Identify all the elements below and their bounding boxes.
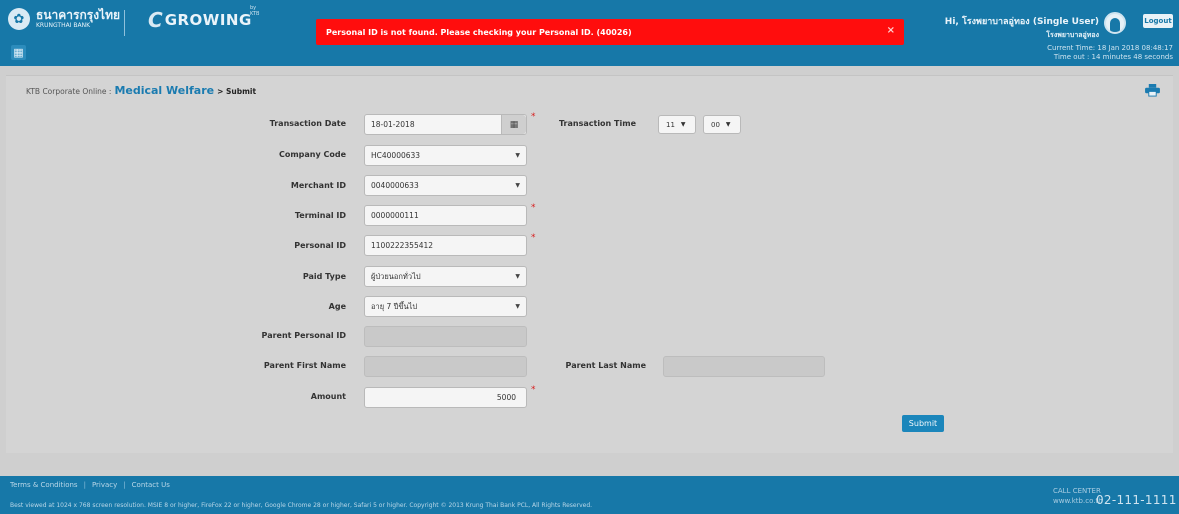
terminal-id-value: 0000000111	[371, 211, 419, 220]
ktb-logo[interactable]: ✿ ธนาคารกรุงไทย KRUNGTHAI BANK	[8, 8, 120, 30]
terminal-id-label: Terminal ID	[294, 211, 346, 220]
required-marker: *	[531, 385, 536, 395]
transaction-minute-value: 00	[711, 120, 720, 129]
app-footer: Terms & Conditions | Privacy | Contact U…	[0, 476, 1179, 514]
logo-divider	[124, 10, 125, 36]
required-marker: *	[531, 233, 536, 243]
calendar-icon[interactable]: ▦	[501, 115, 526, 134]
personal-id-label: Personal ID	[294, 241, 346, 250]
paid-type-value: ผู้ป่วยนอกทั่วไป	[371, 271, 421, 281]
transaction-hour-select[interactable]: 11 ▼	[658, 115, 696, 134]
bank-name-en: KRUNGTHAI BANK	[36, 22, 91, 29]
error-alert: Personal ID is not found. Please checkin…	[316, 19, 904, 45]
amount-label: Amount	[310, 392, 346, 401]
breadcrumb-root[interactable]: KTB Corporate Online :	[26, 87, 111, 96]
user-info: Hi, โรงพยาบาลอู่ทอง (Single User) โรงพยา…	[945, 14, 1099, 41]
chevron-down-icon: ▼	[515, 303, 520, 310]
app-by: by KTB	[250, 5, 260, 17]
growing-logo-icon: C	[148, 8, 163, 32]
company-code-value: HC40000633	[371, 151, 421, 160]
parent-personal-id-input[interactable]	[364, 326, 527, 347]
breadcrumb-section[interactable]: Medical Welfare	[114, 84, 214, 97]
breadcrumb-current: > Submit	[217, 87, 257, 96]
close-icon[interactable]: ×	[887, 25, 895, 36]
required-marker: *	[531, 203, 536, 213]
amount-input[interactable]: 5000	[364, 387, 527, 408]
paid-type-select[interactable]: ผู้ป่วยนอกทั่วไป ▼	[364, 266, 527, 287]
chevron-down-icon: ▼	[680, 121, 686, 128]
bank-name-thai: ธนาคารกรุงไทย	[36, 8, 121, 22]
chevron-down-icon: ▼	[515, 182, 520, 189]
company-code-label: Company Code	[278, 150, 346, 159]
personal-id-input[interactable]: 1100222355412	[364, 235, 527, 256]
app-header: ✿ ธนาคารกรุงไทย KRUNGTHAI BANK C GROWING…	[0, 0, 1179, 66]
amount-value: 5000	[496, 393, 516, 402]
merchant-id-select[interactable]: 0040000633 ▼	[364, 175, 527, 196]
breadcrumb: KTB Corporate Online : Medical Welfare >…	[26, 84, 256, 97]
transaction-time-label: Transaction Time	[558, 119, 636, 128]
print-icon[interactable]	[1145, 84, 1160, 97]
footer-link-privacy[interactable]: Privacy	[92, 481, 117, 489]
paid-type-label: Paid Type	[302, 272, 346, 281]
alert-message: Personal ID is not found. Please checkin…	[326, 27, 632, 37]
footer-links: Terms & Conditions | Privacy | Contact U…	[10, 481, 170, 489]
merchant-id-label: Merchant ID	[290, 181, 346, 190]
parent-last-name-label: Parent Last Name	[565, 361, 646, 370]
parent-last-name-input[interactable]	[663, 356, 825, 377]
transaction-hour-value: 11	[666, 120, 675, 129]
call-center-number: 02-111-1111	[1096, 493, 1177, 507]
transaction-date-input[interactable]: 18-01-2018 ▦	[364, 114, 527, 135]
parent-first-name-label: Parent First Name	[263, 361, 346, 370]
time-out: Time out : 14 minutes 48 seconds	[1053, 53, 1173, 61]
footer-separator: |	[123, 481, 126, 489]
user-greeting: Hi, โรงพยาบาลอู่ทอง (Single User)	[944, 17, 1099, 27]
transaction-date-value: 18-01-2018	[371, 120, 415, 129]
age-label: Age	[328, 302, 346, 311]
footer-link-contact[interactable]: Contact Us	[132, 481, 170, 489]
parent-personal-id-label: Parent Personal ID	[261, 331, 346, 340]
ktb-emblem-icon: ✿	[8, 8, 30, 30]
age-value: อายุ 7 ปีขึ้นไป	[371, 301, 418, 311]
chevron-down-icon: ▼	[515, 152, 520, 159]
company-code-select[interactable]: HC40000633 ▼	[364, 145, 527, 166]
logout-button[interactable]: Logout	[1143, 14, 1173, 28]
current-time: Current Time: 18 Jan 2018 08:48:17	[1047, 44, 1173, 52]
transaction-date-label: Transaction Date	[269, 119, 346, 128]
footer-separator: |	[83, 481, 86, 489]
growing-logo[interactable]: C GROWING by KTB	[148, 5, 259, 32]
required-marker: *	[531, 112, 536, 122]
main-content: KTB Corporate Online : Medical Welfare >…	[6, 75, 1173, 453]
transaction-minute-select[interactable]: 00 ▼	[703, 115, 741, 134]
apps-grid-icon[interactable]: ▦	[11, 45, 26, 60]
avatar-icon[interactable]	[1104, 12, 1126, 34]
user-organization: โรงพยาบาลอู่ทอง	[1046, 31, 1099, 39]
session-info: Current Time: 18 Jan 2018 08:48:17 Time …	[1047, 44, 1173, 62]
parent-first-name-input[interactable]	[364, 356, 527, 377]
app-name: GROWING	[164, 11, 252, 29]
chevron-down-icon: ▼	[725, 121, 731, 128]
copyright-text: Best viewed at 1024 x 768 screen resolut…	[10, 502, 593, 509]
merchant-id-value: 0040000633	[371, 181, 419, 190]
chevron-down-icon: ▼	[515, 273, 520, 280]
age-select[interactable]: อายุ 7 ปีขึ้นไป ▼	[364, 296, 527, 317]
personal-id-value: 1100222355412	[371, 241, 434, 250]
footer-link-terms[interactable]: Terms & Conditions	[10, 481, 78, 489]
submit-button[interactable]: Submit	[902, 415, 944, 432]
terminal-id-input[interactable]: 0000000111	[364, 205, 527, 226]
